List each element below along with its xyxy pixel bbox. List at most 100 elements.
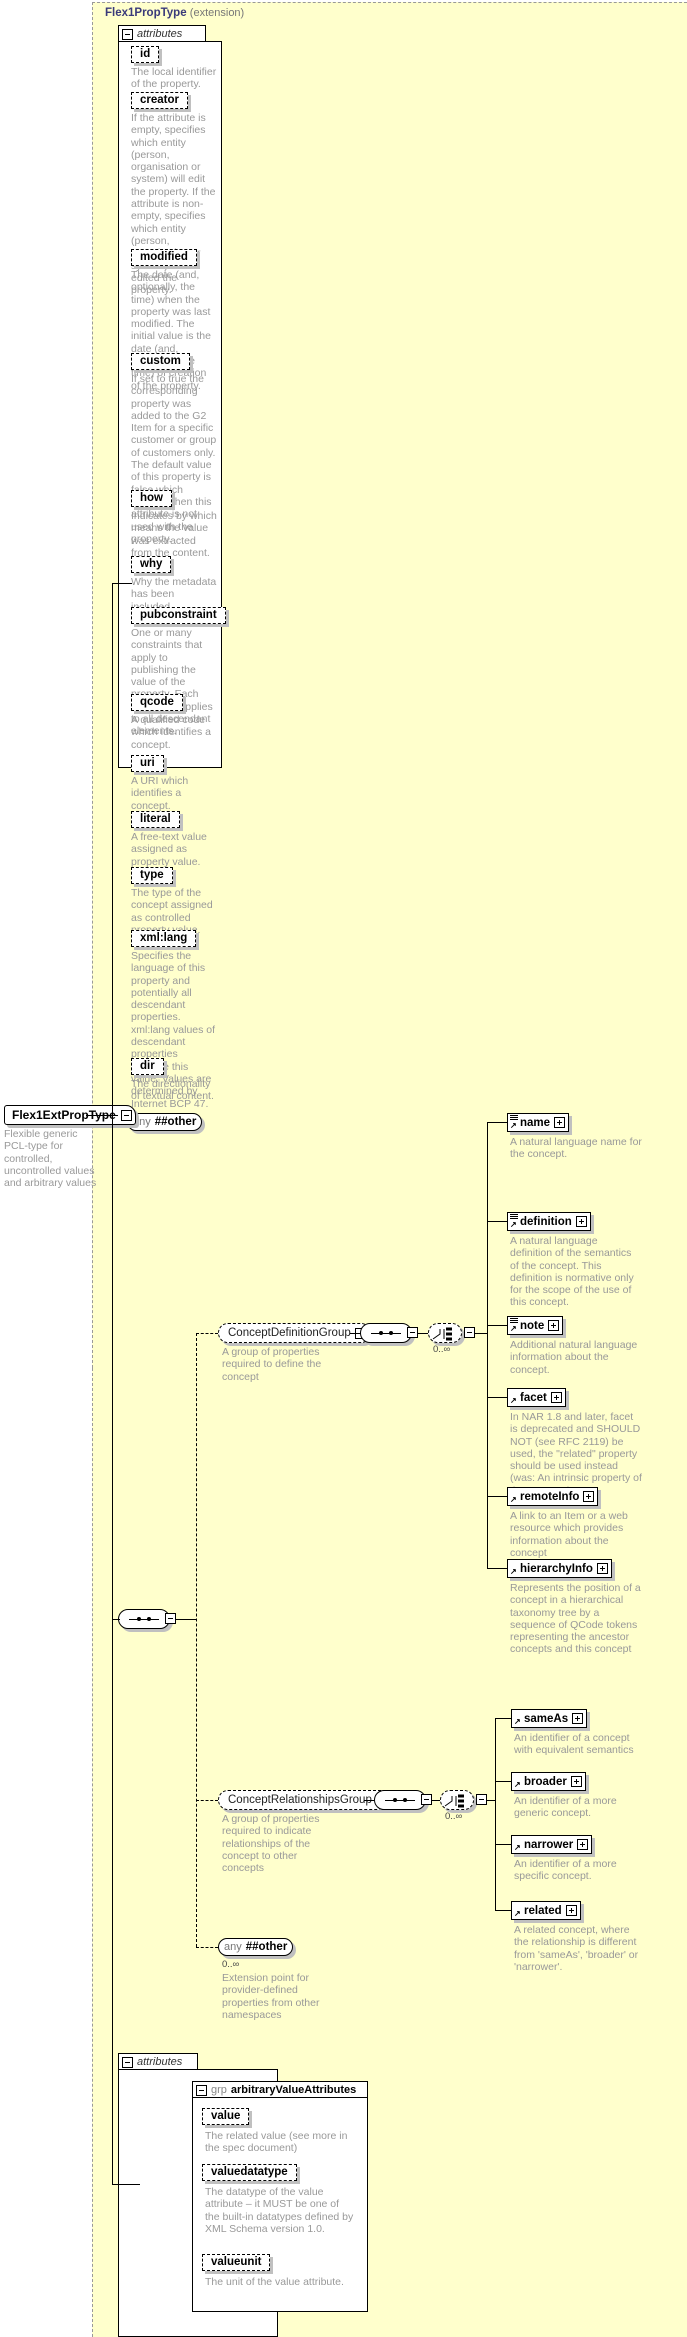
element-facet-description: In NAR 1.8 and later, facet is deprecate… xyxy=(510,1411,642,1497)
group-concept-definition[interactable]: ConceptDefinitionGroup xyxy=(218,1323,371,1343)
element-arrow-icon: ↗ xyxy=(510,1567,517,1576)
group-concept-relationships-description: A group of properties required to indica… xyxy=(222,1813,320,1875)
choice-glyph-cdg xyxy=(432,1327,452,1341)
attribute-custom[interactable]: custom xyxy=(131,353,190,370)
sequence-glyph xyxy=(129,1617,159,1621)
sequence-crg-collapse-icon[interactable] xyxy=(421,1794,432,1805)
schema-type-title: Flex1PropType (extension) xyxy=(105,7,244,19)
element-hierarchyinfo-expand-icon[interactable] xyxy=(596,1563,608,1574)
element-broader-description: An identifier of a more generic concept. xyxy=(514,1795,617,1820)
connector-to-definition xyxy=(487,1221,507,1222)
choice-cdg-collapse-icon[interactable] xyxy=(464,1327,475,1338)
sequence-main-collapse-icon[interactable] xyxy=(165,1613,176,1624)
element-facet-expand-icon[interactable] xyxy=(550,1392,562,1403)
connector-cdg-seq-to-choice xyxy=(418,1333,428,1334)
element-broader[interactable]: ↗ broader xyxy=(511,1772,586,1791)
element-related-label: related xyxy=(524,1904,562,1917)
element-broader-label: broader xyxy=(524,1775,567,1788)
choice-symbol-crg[interactable] xyxy=(440,1790,474,1810)
element-name-expand-icon[interactable] xyxy=(554,1117,566,1128)
attribute-how[interactable]: how xyxy=(131,490,172,507)
any-other-namespace: ##other xyxy=(245,1941,288,1953)
element-broader-expand-icon[interactable] xyxy=(570,1776,582,1787)
element-note-expand-icon[interactable] xyxy=(548,1320,560,1331)
sequence-symbol-main[interactable] xyxy=(118,1609,170,1629)
choice-crg-collapse-icon[interactable] xyxy=(476,1794,487,1805)
element-remoteinfo-description: A link to an Item or a web resource whic… xyxy=(510,1510,628,1559)
attribute-type[interactable]: type xyxy=(131,867,173,884)
connector-crg-choice-out xyxy=(487,1800,495,1801)
connector-to-concept-relationships-group xyxy=(196,1800,218,1801)
collapse-icon[interactable] xyxy=(122,28,133,40)
attributes-tab-top[interactable]: attributes xyxy=(118,25,206,42)
element-remoteinfo-expand-icon[interactable] xyxy=(583,1491,595,1502)
attribute-valuedatatype[interactable]: valuedatatype xyxy=(202,2164,297,2181)
element-facet-label: facet xyxy=(520,1391,547,1404)
any-other-extension-point[interactable]: any ##other xyxy=(218,1938,294,1956)
connector-trunk-top xyxy=(112,583,132,584)
element-narrower-expand-icon[interactable] xyxy=(577,1839,589,1850)
connector-trunk-left xyxy=(112,583,113,1293)
sequence-glyph-cdg xyxy=(371,1331,401,1335)
schema-type-kind: (extension) xyxy=(189,7,245,19)
attribute-uri[interactable]: uri xyxy=(131,755,164,772)
element-definition[interactable]: ↗ definition xyxy=(507,1212,591,1231)
connector-to-sameas xyxy=(495,1718,511,1719)
element-remoteinfo[interactable]: ↗ remoteInfo xyxy=(507,1487,599,1506)
element-related-expand-icon[interactable] xyxy=(565,1905,577,1916)
type-collapse-icon[interactable] xyxy=(120,1109,132,1121)
group-collapse-icon[interactable] xyxy=(196,2084,207,2096)
sequence-symbol-cdg[interactable] xyxy=(360,1323,412,1343)
group-concept-relationships-label: ConceptRelationshipsGroup xyxy=(228,1794,372,1806)
attribute-xml-lang[interactable]: xml:lang xyxy=(131,930,197,947)
sequence-glyph-crg xyxy=(385,1798,415,1802)
attributes-tab-bottom[interactable]: attributes xyxy=(118,2053,198,2070)
element-note[interactable]: ↗ note xyxy=(507,1316,564,1335)
connector-to-narrower xyxy=(495,1844,511,1845)
element-narrower[interactable]: ↗ narrower xyxy=(511,1835,593,1854)
connector-into-bottom-attrs xyxy=(112,2184,140,2185)
connector-crg-to-seq xyxy=(364,1800,374,1801)
connector-to-name xyxy=(487,1122,507,1123)
attribute-creator[interactable]: creator xyxy=(131,92,188,109)
attribute-dir-description: The directionality of textual content. xyxy=(131,1078,214,1103)
attributes-tab-bottom-label: attributes xyxy=(137,2056,183,2068)
element-sameas-description: An identifier of a concept with equivale… xyxy=(514,1732,634,1757)
attribute-value[interactable]: value xyxy=(202,2108,250,2125)
element-arrow-icon: ↗ xyxy=(514,1780,521,1789)
element-arrow-icon: ↗ xyxy=(514,1909,521,1918)
attribute-qcode[interactable]: qcode xyxy=(131,694,183,711)
element-remoteinfo-label: remoteInfo xyxy=(520,1490,580,1503)
any-other-attribute[interactable]: any ##other xyxy=(127,1113,203,1131)
element-hierarchyinfo[interactable]: ↗ hierarchyInfo xyxy=(507,1559,612,1578)
element-definition-expand-icon[interactable] xyxy=(575,1216,587,1227)
attribute-why[interactable]: why xyxy=(131,556,172,573)
attribute-literal[interactable]: literal xyxy=(131,811,180,828)
element-definition-label: definition xyxy=(520,1215,572,1228)
collapse-icon-bottom[interactable] xyxy=(122,2056,133,2068)
connector-cdg-choice-out xyxy=(475,1333,487,1334)
choice-symbol-cdg[interactable] xyxy=(428,1323,462,1343)
connector-trunk-down xyxy=(112,1293,113,1623)
group-name: arbitraryValueAttributes xyxy=(230,2084,357,2096)
element-name[interactable]: ↗ name xyxy=(507,1113,570,1132)
connector-to-related xyxy=(495,1910,511,1911)
attributes-tab-label: attributes xyxy=(137,28,183,40)
element-note-label: note xyxy=(520,1319,545,1332)
connector-crg-seq-to-choice xyxy=(432,1800,440,1801)
attribute-valueunit[interactable]: valueunit xyxy=(202,2254,271,2271)
attribute-id[interactable]: id xyxy=(131,46,160,63)
connector-main-seq-out xyxy=(176,1619,196,1620)
group-tab-arbitrary-value-attributes[interactable]: grp arbitraryValueAttributes xyxy=(192,2081,368,2098)
attribute-pubconstraint[interactable]: pubconstraint xyxy=(131,607,226,624)
connector-to-any-other-group xyxy=(196,1947,218,1948)
element-sameas-expand-icon[interactable] xyxy=(572,1713,584,1724)
sequence-symbol-crg[interactable] xyxy=(374,1790,426,1810)
attribute-dir[interactable]: dir xyxy=(131,1058,164,1075)
element-hierarchyinfo-label: hierarchyInfo xyxy=(520,1562,593,1575)
element-facet[interactable]: ↗ facet xyxy=(507,1388,566,1407)
attribute-modified[interactable]: modified xyxy=(131,249,197,266)
sequence-cdg-collapse-icon[interactable] xyxy=(407,1327,418,1338)
element-sameas[interactable]: ↗ sameAs xyxy=(511,1709,588,1728)
element-related[interactable]: ↗ related xyxy=(511,1901,581,1920)
